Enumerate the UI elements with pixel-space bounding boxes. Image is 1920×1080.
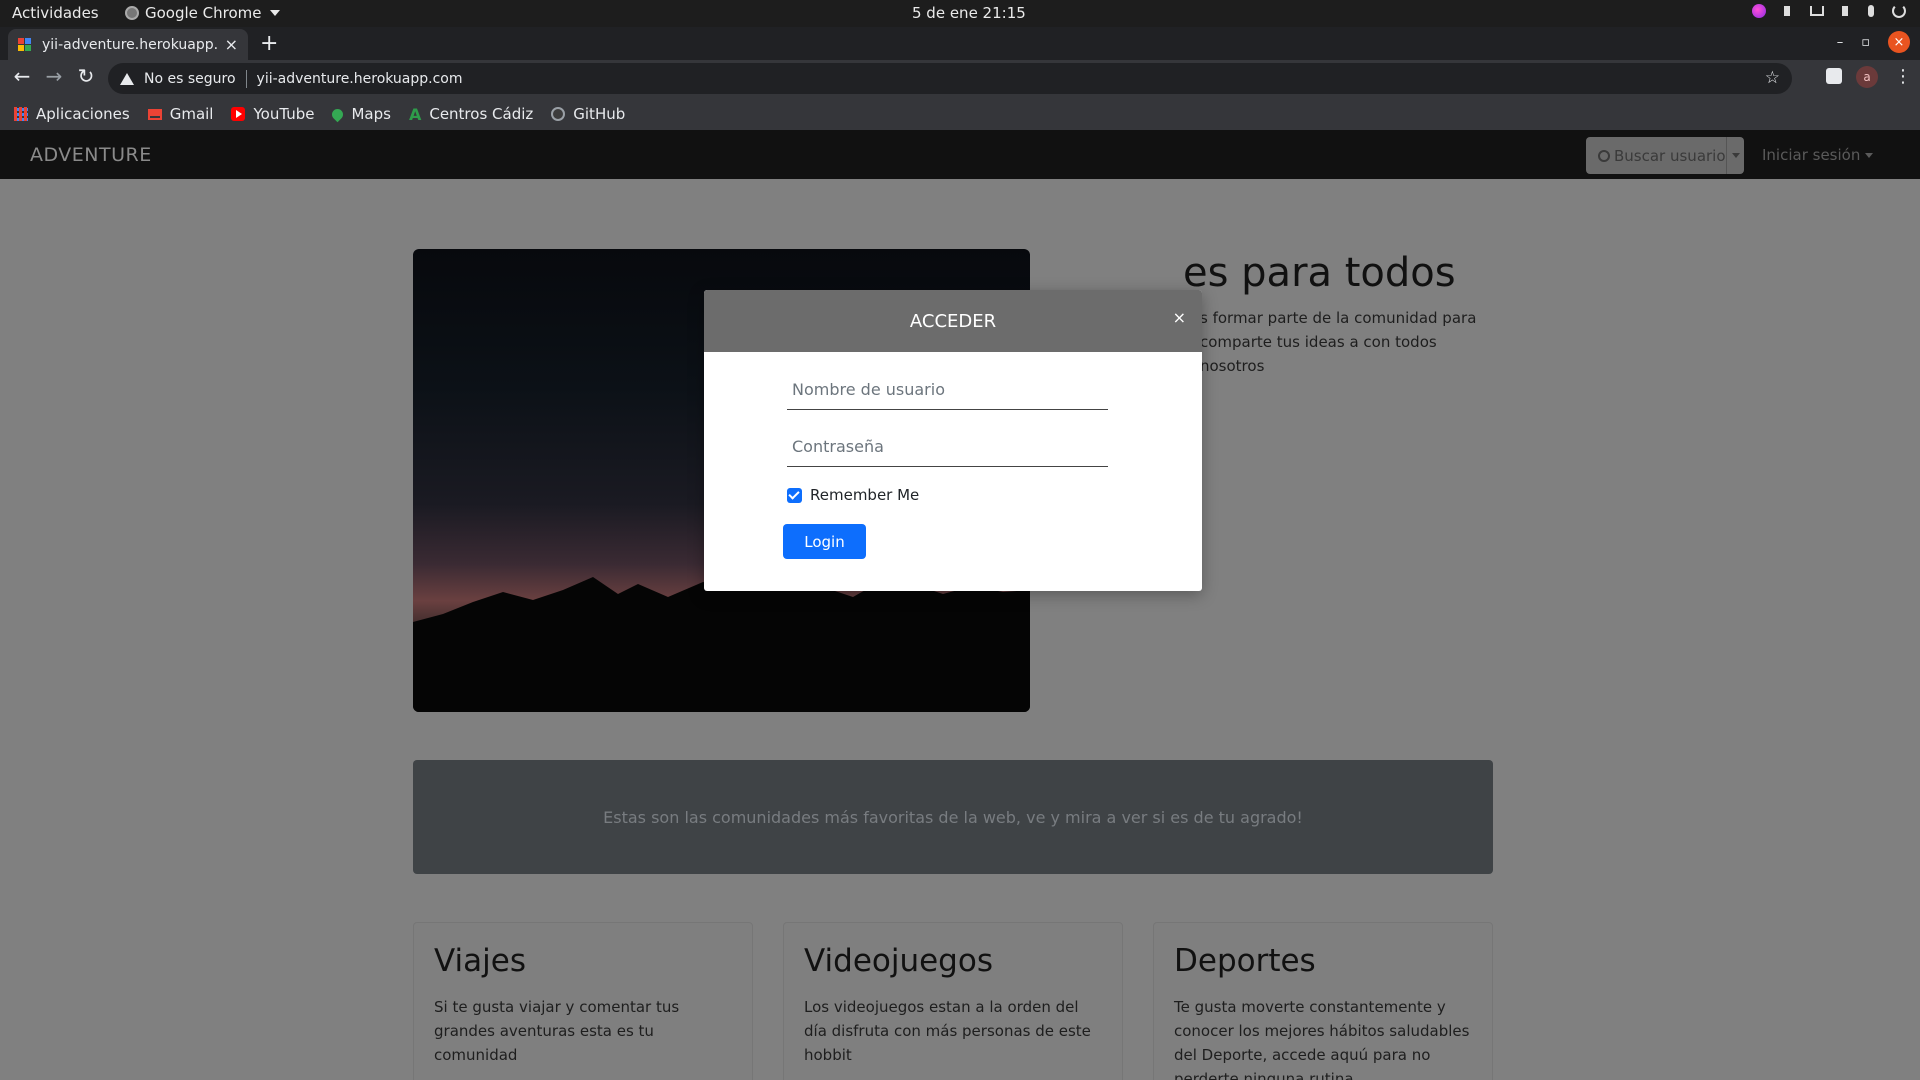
card-title: Deportes bbox=[1174, 943, 1316, 979]
card-deportes[interactable]: Deportes Te gusta moverte constantemente… bbox=[1153, 922, 1493, 1080]
close-icon[interactable]: × bbox=[1173, 308, 1186, 327]
chevron-down-icon bbox=[269, 10, 280, 16]
kebab-menu-icon[interactable]: ⋮ bbox=[1894, 66, 1912, 87]
banner-text: Estas son las comunidades más favoritas … bbox=[603, 807, 1303, 827]
back-arrow-icon[interactable]: ← bbox=[6, 64, 38, 88]
password-field[interactable]: Contraseña bbox=[787, 427, 1108, 467]
bookmark-label: YouTube bbox=[253, 105, 315, 123]
youtube-icon bbox=[231, 107, 246, 121]
hero-text: s formar parte de la comunidad para comp… bbox=[1200, 306, 1500, 378]
tab-close-icon[interactable]: × bbox=[225, 35, 238, 54]
site-brand[interactable]: ADVENTURE bbox=[30, 144, 152, 166]
clock[interactable]: 5 de ene 21:15 bbox=[912, 4, 1026, 22]
activities-button[interactable]: Actividades bbox=[12, 4, 99, 22]
github-icon bbox=[551, 107, 566, 121]
bookmark-label: GitHub bbox=[573, 105, 626, 123]
speaker-muted-icon[interactable] bbox=[1784, 6, 1792, 16]
window-close-button[interactable]: × bbox=[1888, 31, 1910, 53]
login-modal: ACCEDER × Nombre de usuario Contraseña R… bbox=[704, 290, 1202, 591]
reload-icon[interactable]: ↻ bbox=[70, 64, 102, 88]
security-status[interactable]: No es seguro bbox=[144, 71, 236, 87]
gmail-icon bbox=[147, 108, 162, 120]
remember-me-checkbox[interactable] bbox=[787, 487, 802, 503]
bookmarks-bar: Aplicaciones Gmail YouTube Maps A Centros… bbox=[0, 98, 1920, 130]
firefox-tray-icon[interactable] bbox=[1752, 4, 1766, 18]
restore-button[interactable]: ▫ bbox=[1861, 35, 1870, 50]
new-tab-button[interactable]: + bbox=[260, 31, 278, 56]
system-tray[interactable] bbox=[1752, 4, 1906, 18]
apps-grid-icon bbox=[14, 107, 28, 121]
remember-me[interactable]: Remember Me bbox=[787, 486, 919, 504]
bookmark-centros[interactable]: A Centros Cádiz bbox=[409, 105, 533, 124]
browser-tab[interactable]: yii-adventure.herokuapp. × bbox=[8, 29, 248, 60]
search-icon bbox=[1598, 149, 1610, 162]
bookmark-star-icon[interactable]: ☆ bbox=[1765, 68, 1780, 88]
app-menu-label: Google Chrome bbox=[145, 4, 262, 22]
card-text: Si te gusta viajar y comentar tus grande… bbox=[434, 998, 680, 1064]
forward-arrow-icon[interactable]: → bbox=[38, 64, 70, 88]
card-viajes[interactable]: Viajes Si te gusta viajar y comentar tus… bbox=[413, 922, 753, 1080]
power-icon[interactable] bbox=[1892, 4, 1906, 18]
centros-icon: A bbox=[408, 104, 422, 124]
card-title: Viajes bbox=[434, 943, 526, 979]
login-dropdown-label: Iniciar sesión bbox=[1762, 146, 1861, 164]
bookmark-label: Gmail bbox=[169, 105, 214, 123]
page-viewport: ADVENTURE Buscar usuario Iniciar sesión … bbox=[0, 130, 1920, 1080]
app-menu[interactable]: Google Chrome bbox=[125, 4, 280, 22]
user-search-select[interactable]: Buscar usuario bbox=[1586, 137, 1744, 174]
extensions-puzzle-icon[interactable] bbox=[1826, 68, 1842, 84]
minimize-button[interactable]: – bbox=[1837, 35, 1844, 50]
login-dropdown[interactable]: Iniciar sesión bbox=[1762, 146, 1874, 164]
network-icon[interactable] bbox=[1810, 6, 1824, 16]
address-bar[interactable]: No es seguro yii-adventure.herokuapp.com… bbox=[108, 63, 1792, 94]
caret-down-icon bbox=[1865, 152, 1874, 158]
tab-title: yii-adventure.herokuapp. bbox=[42, 36, 217, 53]
window-controls: – ▫ × bbox=[1837, 31, 1910, 53]
microphone-icon[interactable] bbox=[1868, 5, 1874, 17]
card-videojuegos[interactable]: Videojuegos Los videojuegos estan a la o… bbox=[783, 922, 1123, 1080]
bookmark-aplicaciones[interactable]: Aplicaciones bbox=[14, 105, 130, 123]
card-title: Videojuegos bbox=[804, 943, 993, 979]
bookmark-label: Centros Cádiz bbox=[429, 105, 534, 123]
bookmark-gmail[interactable]: Gmail bbox=[147, 105, 214, 123]
username-field[interactable]: Nombre de usuario bbox=[787, 370, 1108, 410]
user-search-placeholder: Buscar usuario bbox=[1614, 146, 1726, 165]
url-text[interactable]: yii-adventure.herokuapp.com bbox=[257, 71, 463, 87]
hero-text-line: s formar parte de la comunidad para bbox=[1200, 309, 1477, 327]
warning-icon[interactable] bbox=[120, 72, 134, 85]
bookmark-label: Aplicaciones bbox=[36, 105, 130, 123]
bookmark-youtube[interactable]: YouTube bbox=[231, 105, 314, 123]
volume-icon[interactable] bbox=[1842, 6, 1850, 16]
omnibox-divider bbox=[245, 69, 247, 88]
profile-avatar[interactable]: a bbox=[1856, 66, 1878, 88]
chevron-down-icon[interactable] bbox=[1726, 137, 1744, 174]
chrome-app-icon bbox=[125, 6, 139, 20]
bookmark-label: Maps bbox=[351, 105, 391, 123]
remember-me-label: Remember Me bbox=[810, 486, 920, 504]
modal-title: ACCEDER bbox=[909, 310, 997, 332]
hero-text-line: comparte tus ideas a con todos nosotros bbox=[1200, 333, 1437, 375]
login-button[interactable]: Login bbox=[783, 524, 866, 559]
maps-icon bbox=[330, 106, 346, 122]
communities-banner: Estas son las comunidades más favoritas … bbox=[413, 760, 1493, 874]
card-text: Los videojuegos estan a la orden del día… bbox=[804, 998, 1091, 1064]
hero-title: es para todos bbox=[1183, 250, 1456, 296]
browser-toolbar: ← → ↻ No es seguro yii-adventure.herokua… bbox=[0, 60, 1920, 98]
site-favicon-icon bbox=[18, 37, 32, 52]
card-text: Te gusta moverte constantemente y conoce… bbox=[1174, 998, 1470, 1080]
system-top-bar: Actividades Google Chrome 5 de ene 21:15 bbox=[0, 0, 1920, 27]
modal-header: ACCEDER × bbox=[704, 290, 1202, 352]
mountain-silhouette bbox=[413, 572, 1030, 712]
bookmark-github[interactable]: GitHub bbox=[551, 105, 625, 123]
site-navbar: ADVENTURE Buscar usuario Iniciar sesión bbox=[0, 130, 1920, 179]
bookmark-maps[interactable]: Maps bbox=[330, 105, 391, 123]
tab-strip: yii-adventure.herokuapp. × + – ▫ × bbox=[0, 27, 1920, 60]
